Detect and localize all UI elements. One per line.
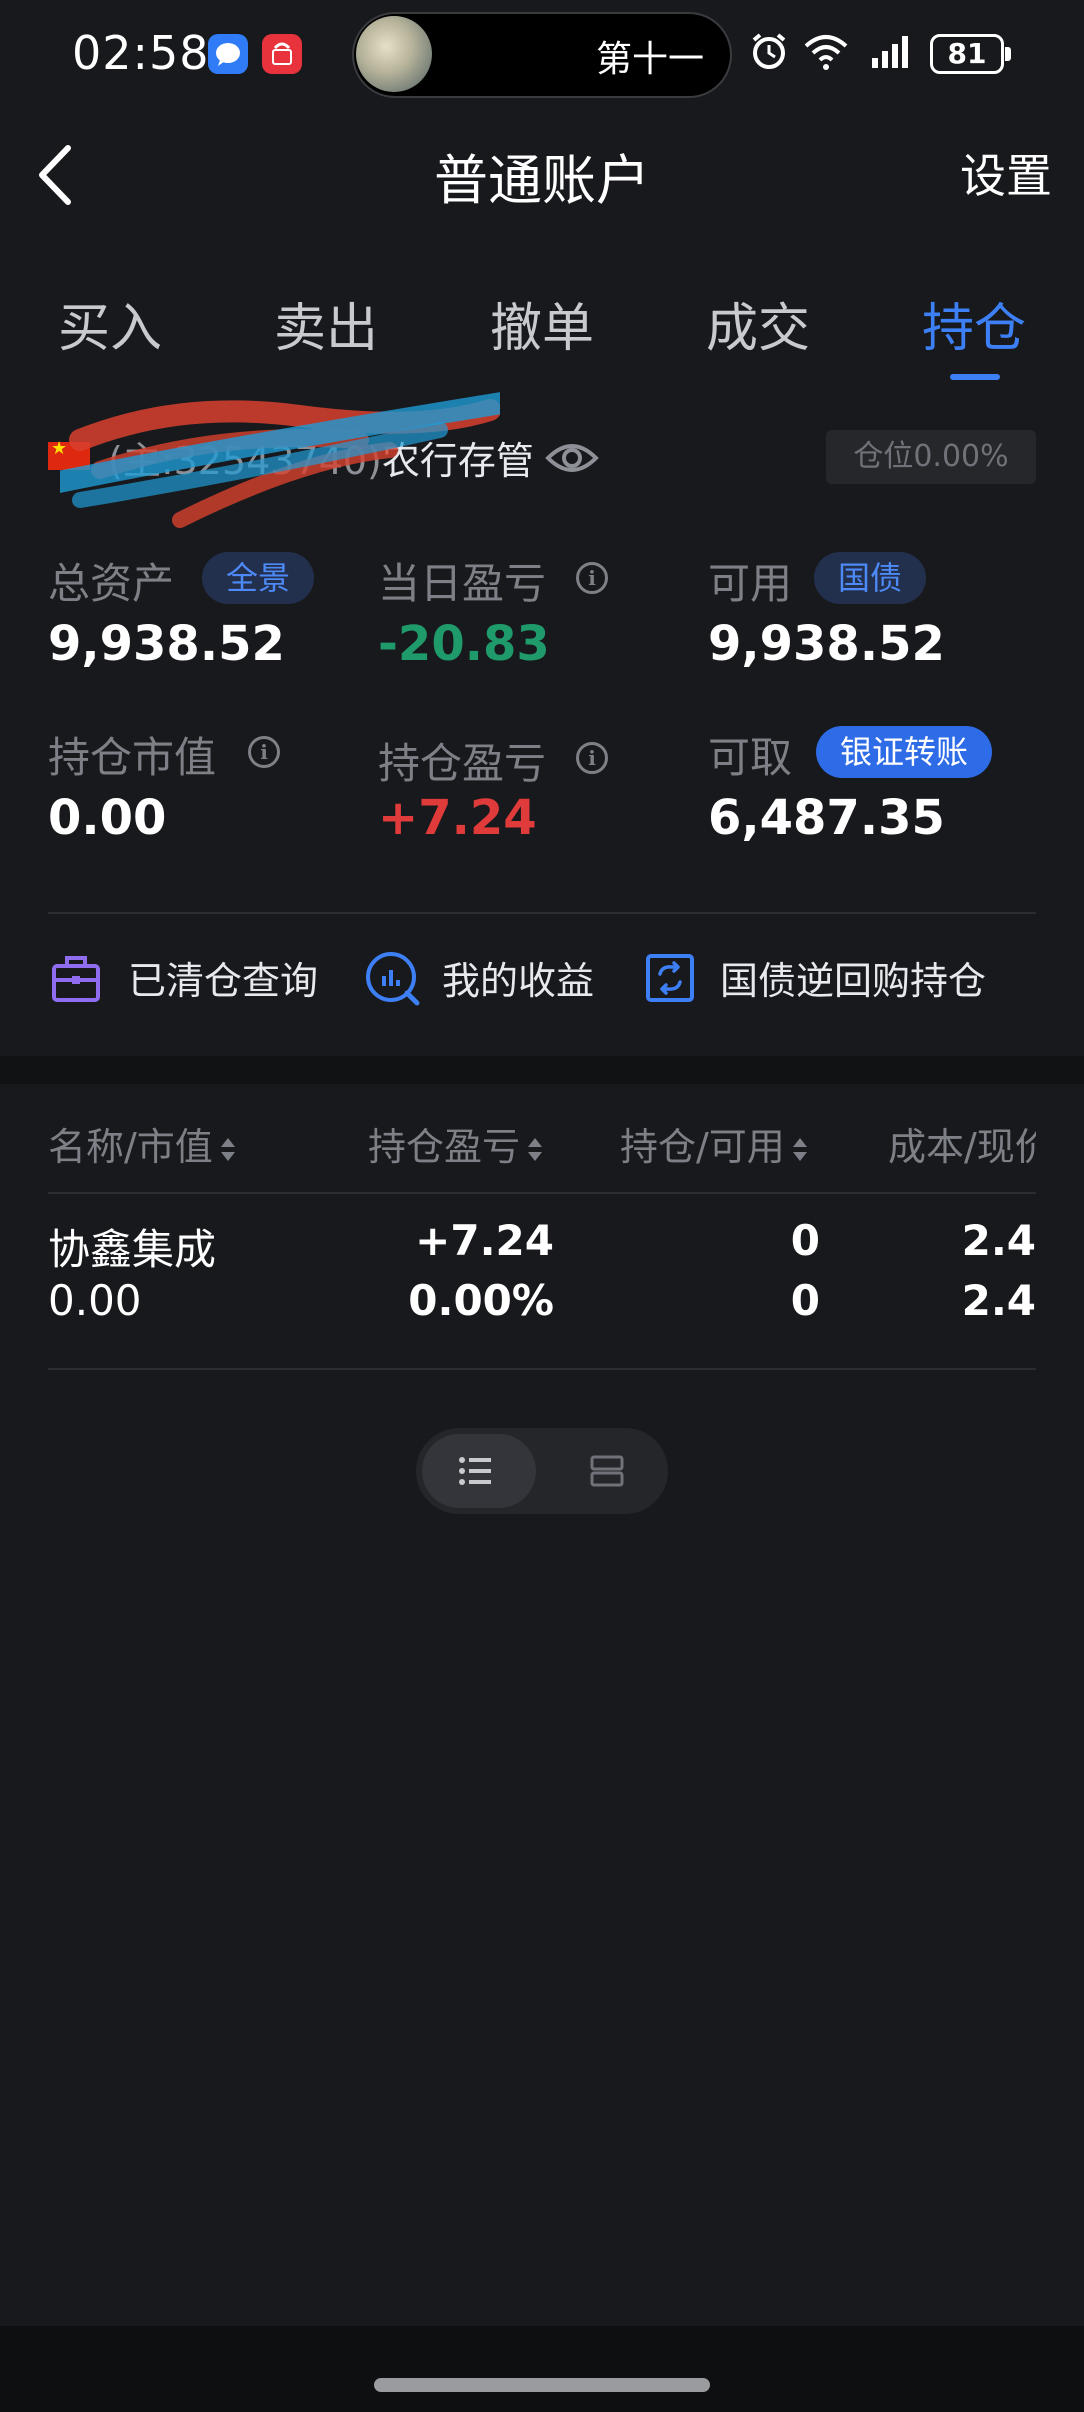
alarm-icon xyxy=(748,30,790,81)
stock-pnl: +7.24 xyxy=(415,1216,554,1265)
tab-deals[interactable]: 成交 xyxy=(706,286,810,361)
tab-sell[interactable]: 卖出 xyxy=(274,286,378,361)
system-nav-bar xyxy=(0,2326,1084,2412)
column-header-name[interactable]: 名称/市值 xyxy=(48,1116,235,1171)
divider xyxy=(48,1368,1036,1370)
withdrawable-label: 可取 xyxy=(708,733,793,782)
position-pnl-label: 持仓盈亏 xyxy=(378,739,547,788)
column-header-holding[interactable]: 持仓/可用 xyxy=(620,1116,807,1171)
divider xyxy=(48,1192,1036,1194)
info-icon[interactable]: i xyxy=(248,736,280,768)
list-view-icon[interactable] xyxy=(458,1454,492,1492)
briefcase-icon xyxy=(50,952,102,1008)
eye-icon[interactable] xyxy=(544,438,600,478)
total-assets-label: 总资产 xyxy=(48,559,175,608)
sort-icon xyxy=(792,1136,807,1164)
stock-cost: 2.4 xyxy=(961,1216,1036,1265)
stock-holding: 0 xyxy=(790,1216,820,1265)
battery-indicator: 81 xyxy=(930,34,1011,74)
redaction-scribble xyxy=(60,392,500,528)
repo-positions-link[interactable]: 国债逆回购持仓 xyxy=(720,950,986,1005)
signal-icon xyxy=(870,30,918,81)
tab-buy[interactable]: 买入 xyxy=(58,286,162,361)
tab-cancel-order[interactable]: 撤单 xyxy=(490,286,594,361)
app-gallery-icon xyxy=(262,34,302,74)
stock-market-value: 0.00 xyxy=(48,1276,142,1325)
available-value: 9,938.52 xyxy=(708,616,945,672)
chart-search-icon xyxy=(364,950,422,1012)
overview-badge[interactable]: 全景 xyxy=(202,552,315,604)
sort-icon xyxy=(220,1136,235,1164)
active-tab-indicator xyxy=(950,374,1000,380)
tab-positions[interactable]: 持仓 xyxy=(922,286,1026,361)
position-pnl-value: +7.24 xyxy=(378,790,537,846)
daily-pnl-label: 当日盈亏 xyxy=(378,559,547,608)
position-ratio-badge: 仓位0.00% xyxy=(826,430,1036,484)
section-separator xyxy=(0,1056,1084,1084)
status-time: 02:58 xyxy=(72,26,210,80)
home-indicator[interactable] xyxy=(374,2378,710,2392)
market-value-label: 持仓市值 xyxy=(48,733,217,782)
divider xyxy=(48,912,1036,914)
page-title: 普通账户 xyxy=(434,149,650,212)
card-view-icon[interactable] xyxy=(590,1454,624,1492)
stock-available: 0 xyxy=(790,1276,820,1325)
album-art-thumbnail xyxy=(356,16,432,92)
column-header-cost[interactable]: 成本/现价 xyxy=(888,1116,1036,1171)
info-icon[interactable]: i xyxy=(576,742,608,774)
cycle-icon xyxy=(644,952,696,1008)
bank-transfer-button[interactable]: 银证转账 xyxy=(816,726,993,778)
messaging-app-icon xyxy=(208,34,248,74)
daily-pnl-value: -20.83 xyxy=(378,616,550,672)
my-earnings-link[interactable]: 我的收益 xyxy=(442,950,594,1005)
info-icon[interactable]: i xyxy=(576,562,608,594)
sort-icon xyxy=(528,1136,543,1164)
stock-pnl-percent: 0.00% xyxy=(408,1276,554,1325)
total-assets-value: 9,938.52 xyxy=(48,616,285,672)
stock-price: 2.4 xyxy=(961,1276,1036,1325)
withdrawable-value: 6,487.35 xyxy=(708,790,945,846)
settings-button[interactable]: 设置 xyxy=(960,140,1052,206)
stock-name: 协鑫集成 xyxy=(48,1225,217,1274)
media-title: 第十一 xyxy=(596,39,705,80)
wifi-icon xyxy=(800,30,852,81)
cleared-positions-link[interactable]: 已清仓查询 xyxy=(128,950,318,1005)
available-label: 可用 xyxy=(708,559,793,608)
market-value-value: 0.00 xyxy=(48,790,167,846)
table-row[interactable]: 协鑫集成 0.00 +7.24 0.00% 0 0 2.4 2.4 xyxy=(0,1196,1084,1368)
treasury-badge[interactable]: 国债 xyxy=(814,552,927,604)
column-header-pnl[interactable]: 持仓盈亏 xyxy=(368,1116,543,1171)
